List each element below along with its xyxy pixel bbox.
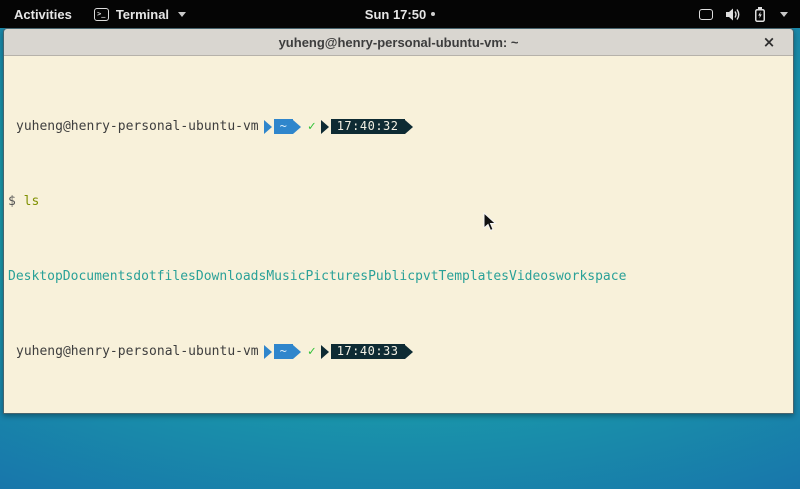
- ls-entry: Desktop: [8, 269, 63, 284]
- ls-entry: Downloads: [196, 269, 266, 284]
- prompt-line: yuheng@henry-personal-ubuntu-vm ~ ✓ 17:4…: [8, 344, 789, 359]
- window-title: yuheng@henry-personal-ubuntu-vm: ~: [279, 35, 519, 50]
- powerline-arrow-icon: [321, 345, 329, 359]
- prompt-time-badge: 17:40:32: [331, 119, 405, 134]
- ls-entry: dotfiles: [133, 269, 196, 284]
- terminal-content[interactable]: yuheng@henry-personal-ubuntu-vm ~ ✓ 17:4…: [4, 56, 793, 413]
- top-bar: Activities >_ Terminal Sun 17:50: [0, 0, 800, 28]
- ls-entry: workspace: [556, 269, 626, 284]
- powerline-arrow-icon: [293, 120, 301, 134]
- status-check-icon: ✓: [308, 119, 316, 134]
- app-indicator-label: Terminal: [116, 7, 169, 22]
- ls-output-line: Desktop Documents dotfiles Downloads Mus…: [8, 269, 789, 284]
- typed-command: ls: [24, 194, 40, 209]
- app-indicator-terminal[interactable]: >_ Terminal: [94, 7, 186, 22]
- ls-entry: Pictures: [305, 269, 368, 284]
- powerline-arrow-icon: [405, 120, 413, 134]
- chevron-down-icon: [178, 12, 186, 17]
- prompt-user: yuheng@henry-personal-ubuntu-vm: [16, 119, 259, 134]
- powerline-arrow-icon: [405, 345, 413, 359]
- system-status-area[interactable]: [699, 7, 800, 22]
- ls-entry: Documents: [63, 269, 133, 284]
- battery-charging-icon: [755, 7, 765, 22]
- prompt-user: yuheng@henry-personal-ubuntu-vm: [16, 344, 259, 359]
- powerline-arrow-icon: [264, 345, 272, 359]
- status-check-icon: ✓: [308, 344, 316, 359]
- mouse-cursor: [483, 212, 497, 232]
- powerline-arrow-icon: [293, 345, 301, 359]
- close-button[interactable]: ×: [759, 32, 779, 52]
- clock-button[interactable]: Sun 17:50: [365, 7, 435, 22]
- powerline-arrow-icon: [264, 120, 272, 134]
- chevron-down-icon: [780, 12, 788, 17]
- command-line: $ ls: [8, 194, 789, 209]
- prompt-cwd-segment: ~: [274, 119, 293, 134]
- activities-button[interactable]: Activities: [10, 5, 76, 24]
- prompt-cwd-segment: ~: [274, 344, 293, 359]
- ls-entry: Music: [266, 269, 305, 284]
- terminal-window: yuheng@henry-personal-ubuntu-vm: ~ × yuh…: [3, 28, 794, 414]
- prompt-time-badge: 17:40:33: [331, 344, 405, 359]
- prompt-cwd: ~: [280, 119, 287, 134]
- ls-entry: Videos: [509, 269, 556, 284]
- display-icon: [699, 9, 713, 20]
- prompt-cwd: ~: [280, 344, 287, 359]
- ls-entry: Public: [368, 269, 415, 284]
- clock-label: Sun 17:50: [365, 7, 426, 22]
- terminal-app-icon: >_: [94, 8, 109, 21]
- ls-entry: Templates: [439, 269, 509, 284]
- top-bar-left: Activities >_ Terminal: [0, 5, 186, 24]
- prompt-char: $: [8, 194, 16, 209]
- prompt-line: yuheng@henry-personal-ubuntu-vm ~ ✓ 17:4…: [8, 119, 789, 134]
- volume-icon: [726, 8, 742, 21]
- powerline-arrow-icon: [321, 120, 329, 134]
- ls-entry: pvt: [415, 269, 438, 284]
- notification-dot: [431, 12, 435, 16]
- window-titlebar[interactable]: yuheng@henry-personal-ubuntu-vm: ~ ×: [4, 29, 793, 56]
